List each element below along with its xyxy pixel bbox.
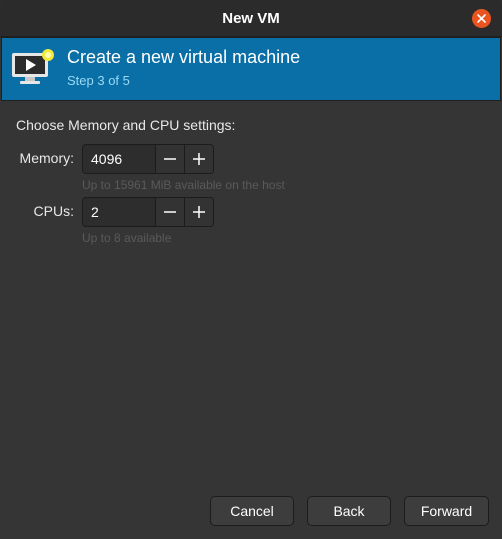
new-vm-monitor-icon <box>12 49 54 84</box>
wizard-banner: Create a new virtual machine Step 3 of 5 <box>1 37 501 101</box>
memory-spinbutton[interactable]: 4096 <box>82 144 214 174</box>
memory-decrement-button[interactable] <box>155 145 184 173</box>
minus-icon <box>164 211 176 213</box>
minus-icon <box>164 158 176 160</box>
close-button[interactable] <box>472 9 491 28</box>
cpus-value[interactable]: 2 <box>91 204 99 220</box>
banner-step: Step 3 of 5 <box>67 73 130 88</box>
close-icon <box>477 14 486 23</box>
window-title: New VM <box>222 10 280 27</box>
section-heading: Choose Memory and CPU settings: <box>16 117 236 133</box>
cpus-decrement-button[interactable] <box>155 198 184 226</box>
new-vm-window: New VM Create a new virtual machine Step… <box>0 0 502 539</box>
plus-icon <box>193 153 205 165</box>
titlebar: New VM <box>0 0 502 37</box>
memory-hint: Up to 15961 MiB available on the host <box>82 178 285 192</box>
cpus-hint: Up to 8 available <box>82 231 172 245</box>
memory-label: Memory: <box>19 150 74 166</box>
cancel-button[interactable]: Cancel <box>210 496 294 526</box>
cpus-label: CPUs: <box>33 203 74 219</box>
plus-icon <box>193 206 205 218</box>
memory-value[interactable]: 4096 <box>91 151 122 167</box>
cpus-increment-button[interactable] <box>184 198 213 226</box>
banner-title: Create a new virtual machine <box>67 47 301 67</box>
memory-increment-button[interactable] <box>184 145 213 173</box>
cpus-spinbutton[interactable]: 2 <box>82 197 214 227</box>
back-button[interactable]: Back <box>307 496 391 526</box>
forward-button[interactable]: Forward <box>404 496 489 526</box>
